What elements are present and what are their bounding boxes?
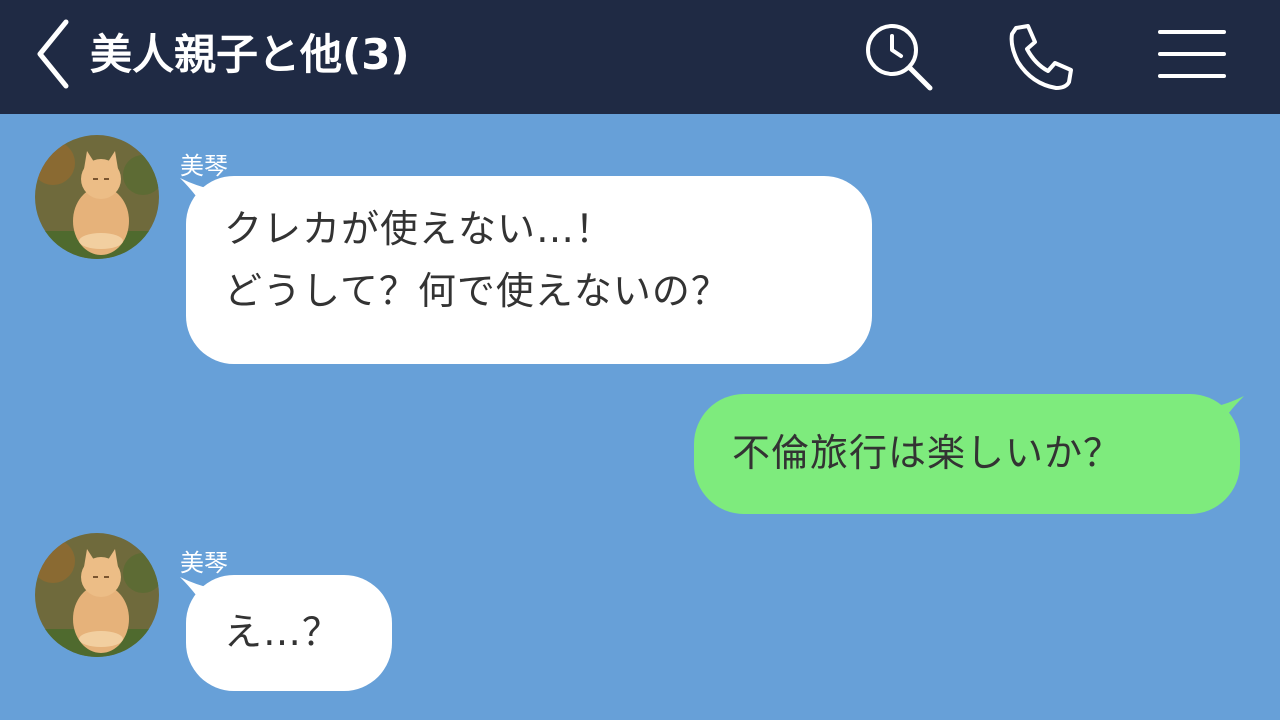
- message-line: 不倫旅行は楽しいか？: [732, 431, 1123, 475]
- message-bubble[interactable]: クレカが使えない…！ どうして？何で使えないの？: [186, 176, 872, 364]
- call-button[interactable]: [1002, 18, 1078, 94]
- message-line: え…？: [224, 610, 342, 654]
- avatar[interactable]: [35, 135, 159, 259]
- avatar[interactable]: [35, 533, 159, 657]
- search-button[interactable]: [860, 18, 936, 94]
- chat-header: 美人親子と他(3): [0, 0, 1280, 114]
- chevron-left-icon: [37, 19, 69, 89]
- back-button[interactable]: [30, 16, 80, 92]
- search-clock-icon: [866, 24, 933, 91]
- menu-button[interactable]: [1154, 18, 1230, 94]
- phone-icon: [1009, 24, 1073, 90]
- sender-name: 美琴: [180, 549, 228, 577]
- message-line: クレカが使えない…！: [224, 207, 615, 251]
- chat-title: 美人親子と他(3): [90, 30, 410, 79]
- message-line: どうして？何で使えないの？: [224, 269, 730, 313]
- cat-avatar-icon: [35, 533, 159, 657]
- message-bubble[interactable]: 不倫旅行は楽しいか？: [694, 394, 1240, 514]
- cat-avatar-icon: [35, 135, 159, 259]
- hamburger-menu-icon: [1158, 30, 1226, 78]
- message-bubble[interactable]: え…？: [186, 575, 392, 691]
